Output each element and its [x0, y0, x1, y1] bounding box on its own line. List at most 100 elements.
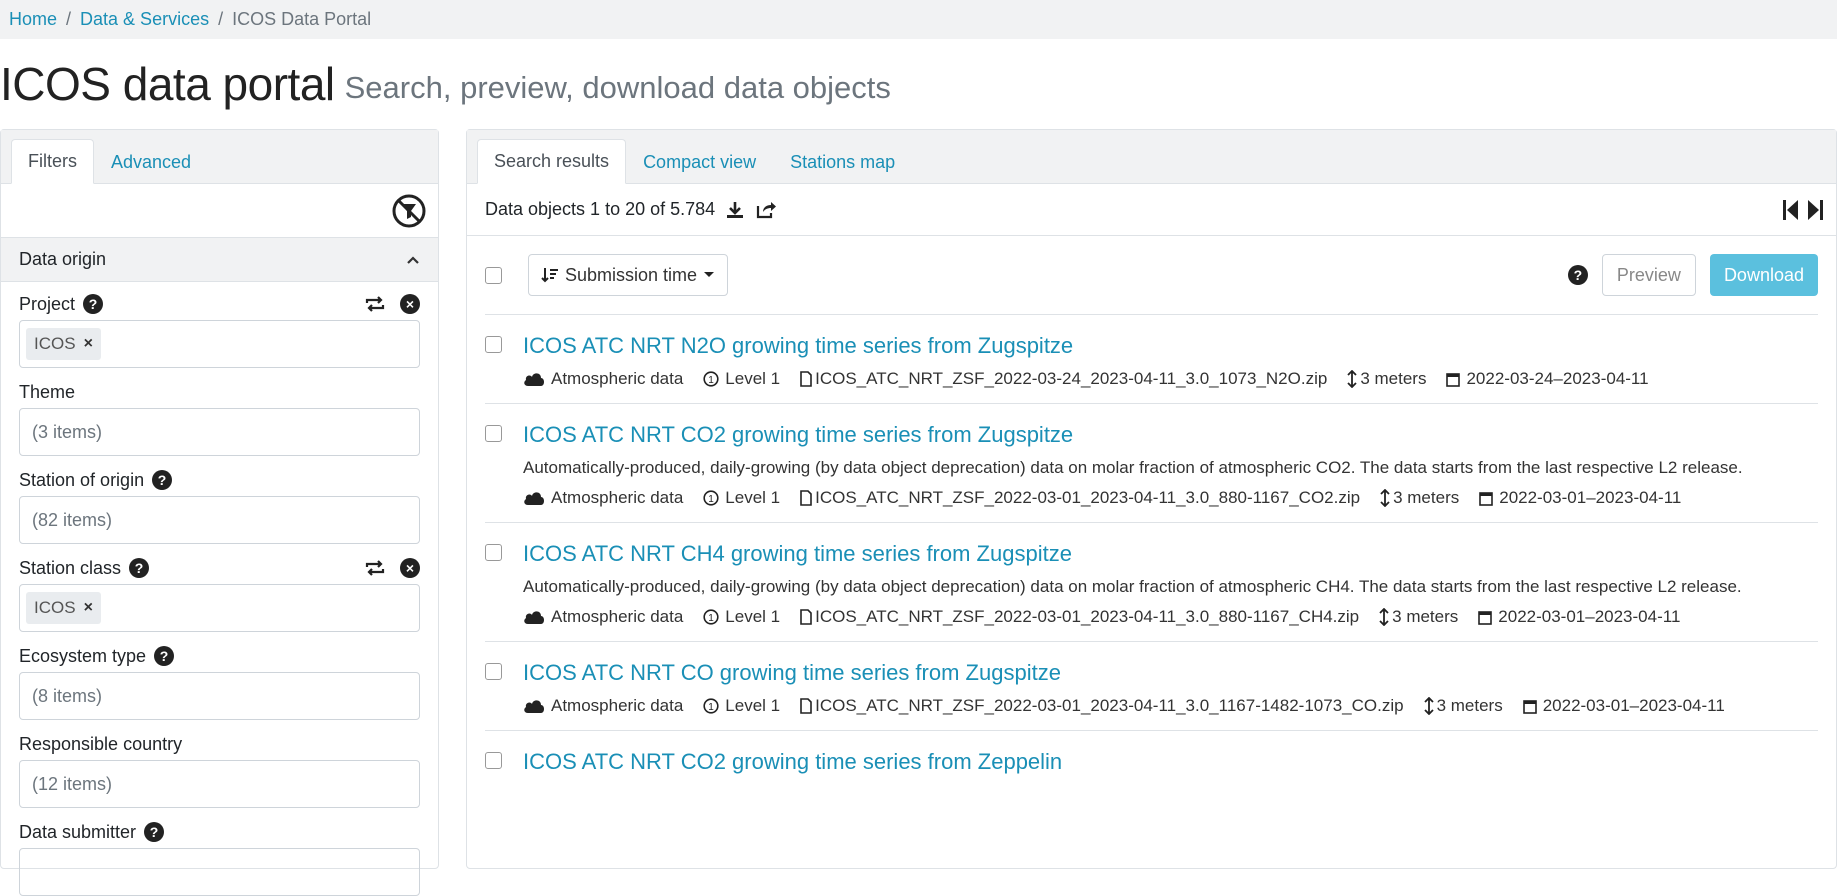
result-title-link[interactable]: ICOS ATC NRT CO2 growing time series fro…	[523, 422, 1743, 448]
height-icon	[1347, 370, 1357, 388]
result-meta: Atmospheric data 1 Level 1 ICOS_ATC_NRT_Z…	[523, 369, 1669, 389]
filter-label: Station of origin	[19, 469, 145, 490]
preview-button[interactable]: Preview	[1601, 254, 1696, 296]
result-level: Level 1	[725, 488, 781, 507]
result-level: Level 1	[725, 369, 781, 388]
breadcrumb-data-services-link[interactable]: Data & Services	[80, 9, 209, 30]
result-category: Atmospheric data	[551, 696, 684, 715]
clear-filter-icon[interactable]: ×	[400, 558, 420, 578]
first-page-icon[interactable]	[1782, 199, 1800, 221]
reset-row	[1, 184, 438, 238]
result-checkbox[interactable]	[485, 544, 502, 561]
share-icon[interactable]	[755, 200, 777, 220]
page-subtitle: Search, preview, download data objects	[344, 70, 891, 105]
breadcrumb-separator: /	[218, 9, 224, 29]
tab-compact-view[interactable]: Compact view	[626, 140, 773, 184]
theme-select[interactable]: (3 items)	[19, 408, 420, 456]
breadcrumb-current: ICOS Data Portal	[232, 9, 372, 29]
calendar-icon	[1522, 699, 1537, 714]
remove-chip-icon[interactable]: ×	[84, 599, 93, 617]
clear-filter-icon[interactable]: ×	[400, 294, 420, 314]
result-category: Atmospheric data	[551, 369, 684, 388]
selected-chip: ICOS ×	[26, 592, 101, 624]
results-tabs: Search results Compact view Stations map	[467, 130, 1836, 184]
result-title-link[interactable]: ICOS ATC NRT CO2 growing time series fro…	[523, 749, 1062, 775]
invert-selection-icon[interactable]	[364, 559, 386, 577]
result-height: 3 meters	[1393, 488, 1460, 507]
country-select[interactable]: (12 items)	[19, 760, 420, 808]
placeholder: (12 items)	[32, 773, 113, 794]
cloud-icon	[524, 700, 544, 713]
help-icon[interactable]: ?	[154, 646, 175, 666]
filter-label: Responsible country	[19, 733, 183, 754]
result-checkbox[interactable]	[485, 663, 502, 680]
help-icon[interactable]: ?	[1567, 265, 1588, 285]
result-filename: ICOS_ATC_NRT_ZSF_2022-03-01_2023-04-11_3…	[815, 607, 1360, 626]
tab-filters[interactable]: Filters	[11, 139, 94, 184]
help-icon[interactable]: ?	[83, 294, 104, 314]
tab-advanced[interactable]: Advanced	[94, 140, 208, 184]
data-origin-header[interactable]: Data origin	[1, 238, 438, 282]
svg-text:1: 1	[709, 613, 715, 624]
height-icon	[1423, 697, 1434, 715]
result-item: ICOS ATC NRT N2O growing time series fro…	[485, 314, 1818, 403]
calendar-icon	[1479, 491, 1494, 506]
result-title-link[interactable]: ICOS ATC NRT CO growing time series from…	[523, 660, 1745, 686]
page-header: ICOS data portal Search, preview, downlo…	[0, 39, 1837, 129]
result-level: Level 1	[725, 607, 781, 626]
filter-label: Station class	[19, 557, 122, 578]
level-icon: 1	[703, 371, 719, 387]
result-item: ICOS ATC NRT CH4 growing time series fro…	[485, 522, 1818, 641]
filter-list: Project? × ICOS × Theme (3 items) Station…	[1, 282, 438, 896]
filter-label: Project	[19, 293, 76, 314]
filter-label: Data submitter	[19, 821, 137, 842]
download-list-icon[interactable]	[725, 200, 745, 220]
filter-panel: Filters Advanced Data origin Project? ×	[0, 129, 439, 896]
tab-stations-map[interactable]: Stations map	[773, 140, 912, 184]
invert-selection-icon[interactable]	[364, 295, 386, 313]
sort-icon	[541, 268, 558, 283]
result-title-link[interactable]: ICOS ATC NRT CH4 growing time series fro…	[523, 541, 1742, 567]
help-icon[interactable]: ?	[129, 558, 150, 578]
level-icon: 1	[703, 698, 719, 714]
station-select[interactable]: (82 items)	[19, 496, 420, 544]
tab-search-results[interactable]: Search results	[477, 139, 627, 184]
result-item: ICOS ATC NRT CO growing time series from…	[485, 641, 1818, 730]
results-count: Data objects 1 to 20 of 5.784	[485, 199, 716, 219]
sort-dropdown[interactable]: Submission time	[528, 254, 729, 296]
result-filename: ICOS_ATC_NRT_ZSF_2022-03-01_2023-04-11_3…	[815, 488, 1361, 507]
file-icon	[800, 371, 812, 387]
calendar-icon	[1446, 372, 1461, 387]
submitter-select[interactable]	[19, 848, 420, 896]
filter-label: Ecosystem type	[19, 645, 147, 666]
result-filename: ICOS_ATC_NRT_ZSF_2022-03-01_2023-04-11_3…	[815, 696, 1404, 715]
result-checkbox[interactable]	[485, 425, 502, 442]
select-all-checkbox[interactable]	[485, 266, 502, 284]
result-checkbox[interactable]	[485, 336, 502, 353]
height-icon	[1379, 608, 1389, 626]
help-icon[interactable]: ?	[152, 470, 173, 490]
result-meta: Atmospheric data 1 Level 1 ICOS_ATC_NRT_Z…	[523, 696, 1745, 716]
filter-station-class: Station class? × ICOS ×	[19, 556, 420, 632]
last-page-icon[interactable]	[1806, 199, 1824, 221]
filter-station-of-origin: Station of origin? (82 items)	[19, 468, 420, 544]
project-select[interactable]: ICOS ×	[19, 320, 420, 368]
result-dates: 2022-03-01–2023-04-11	[1499, 488, 1682, 507]
station-class-select[interactable]: ICOS ×	[19, 584, 420, 632]
remove-chip-icon[interactable]: ×	[84, 335, 93, 353]
result-meta: Atmospheric data 1 Level 1 ICOS_ATC_NRT_Z…	[523, 488, 1743, 508]
download-button[interactable]: Download	[1709, 254, 1818, 296]
result-filename: ICOS_ATC_NRT_ZSF_2022-03-24_2023-04-11_3…	[815, 369, 1328, 388]
result-meta: Atmospheric data 1 Level 1 ICOS_ATC_NRT_Z…	[523, 607, 1742, 627]
selected-chip: ICOS ×	[26, 328, 101, 360]
height-icon	[1380, 489, 1390, 507]
result-checkbox[interactable]	[485, 752, 502, 769]
ecosystem-select[interactable]: (8 items)	[19, 672, 420, 720]
breadcrumb-home-link[interactable]: Home	[9, 9, 57, 30]
data-origin-title: Data origin	[19, 249, 107, 269]
placeholder: (3 items)	[32, 421, 103, 442]
reset-filters-icon[interactable]	[392, 194, 426, 228]
result-title-link[interactable]: ICOS ATC NRT N2O growing time series fro…	[523, 333, 1669, 359]
main-area: Filters Advanced Data origin Project? ×	[0, 129, 1837, 896]
help-icon[interactable]: ?	[144, 822, 165, 842]
